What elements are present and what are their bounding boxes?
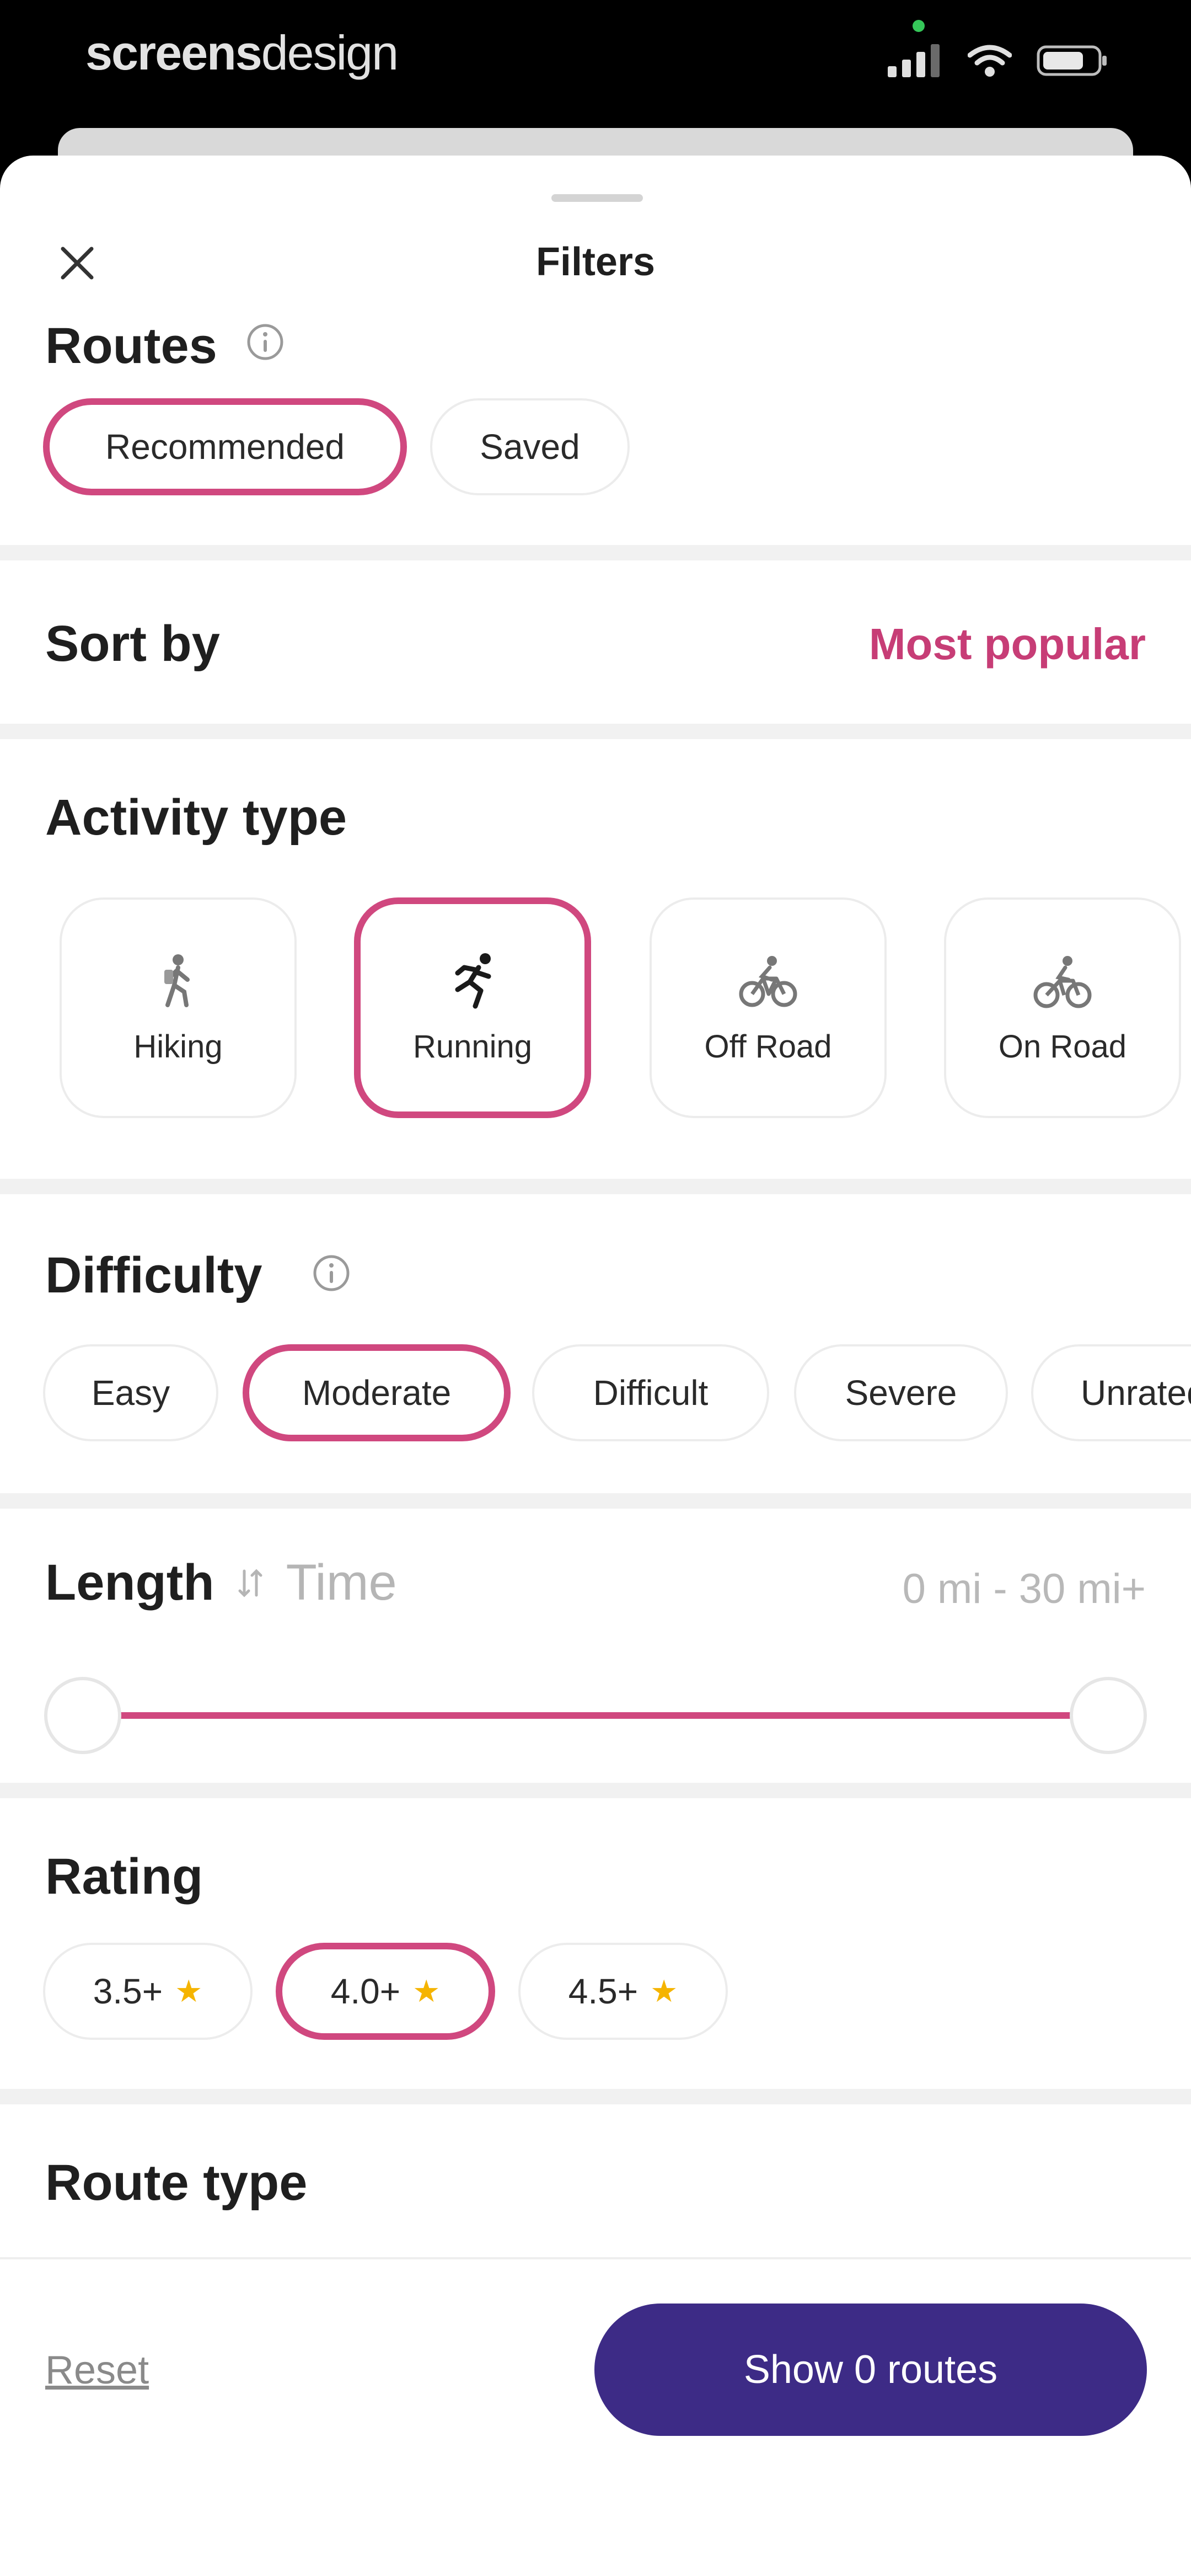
status-icons — [888, 44, 1108, 77]
activity-label: On Road — [998, 1028, 1127, 1065]
hiking-icon — [164, 954, 190, 1007]
length-time-toggle[interactable]: Length Time — [45, 1554, 397, 1612]
activity-card-running[interactable]: Running — [354, 897, 591, 1118]
chip-label: Saved — [480, 427, 580, 467]
privacy-indicator — [913, 20, 925, 32]
section-divider — [0, 1493, 1191, 1509]
activity-title: Activity type — [45, 789, 347, 846]
sheet-title: Filters — [535, 240, 656, 284]
cellular-signal-icon — [888, 44, 940, 77]
chip-label: Severe — [845, 1373, 957, 1413]
difficulty-chip-moderate[interactable]: Moderate — [243, 1344, 511, 1441]
info-icon[interactable] — [245, 322, 285, 362]
show-routes-label: Show 0 routes — [743, 2348, 998, 2392]
brand-watermark: screensdesign — [85, 29, 399, 77]
show-routes-button[interactable]: Show 0 routes — [594, 2304, 1147, 2436]
running-icon — [455, 953, 491, 1008]
chip-label: Difficult — [593, 1373, 709, 1413]
filters-sheet: Filters Routes Recommended Saved Sort by… — [0, 156, 1191, 2576]
status-bar: screensdesign — [0, 0, 1191, 132]
activity-label: Running — [412, 1028, 533, 1065]
chip-label: Moderate — [302, 1373, 452, 1413]
sort-value-link[interactable]: Most popular — [869, 618, 1146, 671]
difficulty-chip-difficult[interactable]: Difficult — [532, 1344, 769, 1441]
activity-label: Off Road — [704, 1028, 832, 1065]
road-bike-icon — [1033, 955, 1092, 1008]
sheet-grabber[interactable] — [551, 194, 643, 202]
brand-light: design — [261, 25, 399, 80]
time-tab[interactable]: Time — [286, 1554, 397, 1612]
route-type-title: Route type — [45, 2155, 308, 2211]
brand-bold: screens — [85, 25, 262, 80]
rating-chip-4-0[interactable]: 4.0+ ★ — [276, 1943, 495, 2040]
routes-title: Routes — [45, 318, 217, 374]
activity-card-off-road[interactable]: Off Road — [650, 897, 887, 1118]
section-divider — [0, 1179, 1191, 1194]
length-range-readout: 0 mi - 30 mi+ — [902, 1565, 1146, 1612]
routes-chip-recommended[interactable]: Recommended — [43, 398, 407, 495]
difficulty-chip-unrated[interactable]: Unrated — [1031, 1344, 1191, 1441]
sort-title: Sort by — [45, 616, 220, 672]
section-divider — [0, 2089, 1191, 2104]
length-slider-max-thumb[interactable] — [1070, 1677, 1147, 1754]
routes-chip-saved[interactable]: Saved — [430, 398, 630, 495]
activity-card-hiking[interactable]: Hiking — [60, 897, 297, 1118]
difficulty-title: Difficulty — [45, 1247, 262, 1303]
star-icon: ★ — [412, 1974, 441, 2008]
difficulty-chip-easy[interactable]: Easy — [43, 1344, 218, 1441]
bottom-action-bar: Reset Show 0 routes — [0, 2257, 1191, 2576]
wifi-icon — [968, 45, 1012, 77]
star-icon: ★ — [650, 1974, 678, 2008]
rating-title: Rating — [45, 1848, 203, 1905]
swap-icon — [238, 1568, 262, 1597]
off-road-bike-icon — [739, 955, 797, 1007]
rating-chip-3-5[interactable]: 3.5+ ★ — [43, 1943, 253, 2040]
battery-icon — [1037, 45, 1107, 76]
reset-link[interactable]: Reset — [45, 2348, 149, 2393]
length-slider-track[interactable] — [83, 1712, 1108, 1719]
difficulty-chip-severe[interactable]: Severe — [794, 1344, 1008, 1441]
length-slider-min-thumb[interactable] — [44, 1677, 121, 1754]
activity-card-on-road[interactable]: On Road — [944, 897, 1181, 1118]
chip-label: Unrated — [1081, 1373, 1191, 1413]
info-icon[interactable] — [312, 1253, 351, 1293]
chip-label: Easy — [91, 1373, 170, 1413]
rating-chip-4-5[interactable]: 4.5+ ★ — [518, 1943, 728, 2040]
star-icon: ★ — [175, 1974, 203, 2008]
section-divider — [0, 545, 1191, 560]
activity-label: Hiking — [133, 1028, 223, 1065]
length-tab[interactable]: Length — [45, 1554, 214, 1612]
section-divider — [0, 1783, 1191, 1798]
section-divider — [0, 724, 1191, 739]
chip-label: 3.5+ — [93, 1971, 163, 2011]
chip-label: Recommended — [105, 427, 345, 467]
chip-label: 4.5+ — [568, 1971, 639, 2011]
chip-label: 4.0+ — [330, 1971, 401, 2011]
